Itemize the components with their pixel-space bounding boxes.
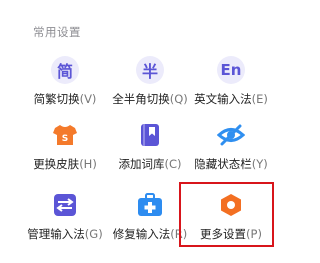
en-text-icon: En <box>217 56 245 84</box>
item-label: 管理输入法(G) <box>27 227 103 241</box>
item-label: 全半角切换(Q) <box>112 92 188 106</box>
svg-text:S: S <box>62 134 68 144</box>
simplified-traditional-toggle[interactable]: 简 简繁切换(V) <box>19 56 111 126</box>
bookmark-book-icon <box>136 121 164 149</box>
ban-char-icon: 半 <box>136 56 164 84</box>
jian-char-icon: 简 <box>51 56 79 84</box>
manage-input-method-button[interactable]: 管理输入法(G) <box>19 191 111 261</box>
item-label: 英文输入法(E) <box>194 92 268 106</box>
english-input-toggle[interactable]: En 英文输入法(E) <box>185 56 277 126</box>
item-label: 隐藏状态栏(Y) <box>194 157 268 171</box>
eye-hidden-icon <box>217 121 245 149</box>
full-half-width-toggle[interactable]: 半 全半角切换(Q) <box>104 56 196 126</box>
item-label: 简繁切换(V) <box>33 92 97 106</box>
common-settings-panel: 常用设置 简 简繁切换(V) 半 全半角切换(Q) En 英文输入法(E) S … <box>0 0 303 263</box>
item-label: 添加词库(C) <box>118 157 182 171</box>
medkit-icon <box>136 191 164 219</box>
hide-status-bar-button[interactable]: 隐藏状态栏(Y) <box>185 121 277 191</box>
add-dictionary-button[interactable]: 添加词库(C) <box>104 121 196 191</box>
sliders-icon <box>51 191 79 219</box>
t-shirt-icon: S <box>51 121 79 149</box>
change-skin-button[interactable]: S 更换皮肤(H) <box>19 121 111 191</box>
highlight-box <box>179 182 274 247</box>
item-label: 更换皮肤(H) <box>33 157 97 171</box>
